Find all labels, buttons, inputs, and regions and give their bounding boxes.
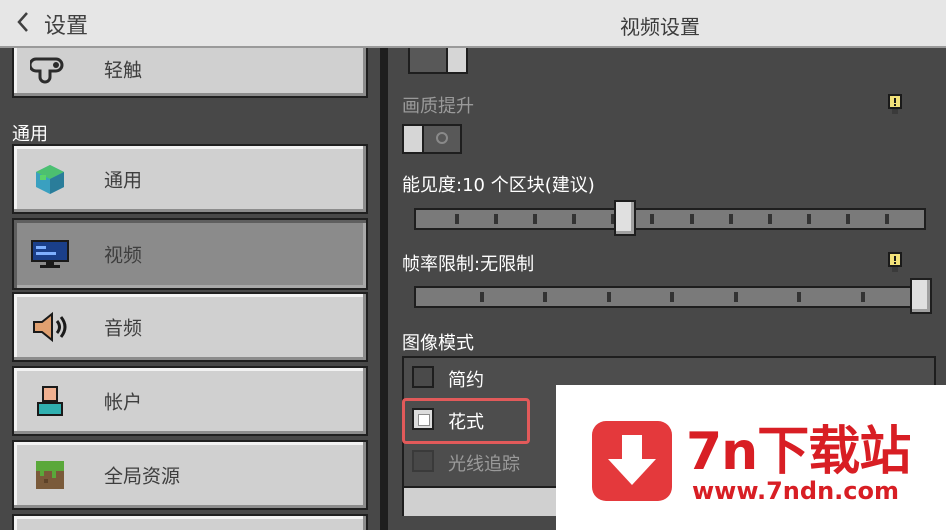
title-bar: 设置 视频设置 — [0, 0, 946, 48]
option-label: 简约 — [448, 370, 484, 391]
toggle-knob — [446, 48, 468, 74]
quality-upgrade-toggle[interactable] — [402, 124, 462, 154]
slider-tick — [768, 214, 772, 224]
back-button[interactable]: 设置 — [16, 8, 88, 40]
slider-tick — [533, 214, 537, 224]
render-distance-slider[interactable] — [414, 200, 926, 236]
slider-tick — [670, 292, 674, 302]
panel-divider — [380, 48, 388, 530]
slider-tick — [480, 292, 484, 302]
speaker-icon — [30, 311, 70, 343]
sidebar-item-video[interactable]: 视频 — [12, 218, 368, 290]
touch-hand-icon — [28, 53, 70, 85]
option-label: 光线追踪 — [448, 454, 520, 475]
selection-highlight — [402, 398, 530, 444]
sidebar-item-label: 全局资源 — [104, 465, 181, 488]
download-arrow-icon — [592, 421, 672, 501]
slider-tick — [494, 214, 498, 224]
sidebar-item-account[interactable]: 帐户 — [12, 366, 368, 436]
slider-tick — [729, 214, 733, 224]
watermark-url: www.7ndn.com — [692, 477, 899, 505]
info-icon[interactable] — [886, 252, 904, 274]
sidebar-item-audio[interactable]: 音频 — [12, 292, 368, 362]
slider-tick — [807, 214, 811, 224]
sidebar-item-label: 帐户 — [104, 391, 143, 414]
globe-cube-icon — [30, 163, 70, 195]
sidebar-item-label: 轻触 — [104, 59, 143, 82]
settings-sidebar: 轻触 通用 通用 视频 音频 帐户 全局资源 — [0, 48, 380, 530]
sidebar-item-partial[interactable] — [12, 514, 368, 530]
slider-tick — [650, 214, 654, 224]
grass-block-icon — [30, 459, 70, 491]
sidebar-item-touch[interactable]: 轻触 — [12, 48, 368, 98]
slider-thumb[interactable] — [614, 200, 636, 236]
framerate-label: 帧率限制:无限制 — [402, 254, 535, 275]
info-icon[interactable] — [886, 94, 904, 116]
slider-tick — [607, 292, 611, 302]
back-label: 设置 — [44, 14, 89, 39]
slider-tick — [861, 292, 865, 302]
slider-tick — [885, 214, 889, 224]
sidebar-item-label: 通用 — [104, 169, 143, 192]
render-distance-label: 能见度:10 个区块(建议) — [402, 175, 595, 196]
account-icon — [30, 385, 70, 417]
sidebar-item-label: 视频 — [104, 244, 143, 267]
slider-tick — [797, 292, 801, 302]
slider-tick — [846, 214, 850, 224]
graphics-mode-label: 图像模式 — [402, 333, 474, 354]
framerate-slider[interactable] — [414, 278, 932, 314]
watermark-overlay: 7n下载站 www.7ndn.com — [556, 385, 946, 530]
sidebar-section-label: 通用 — [12, 124, 48, 145]
slider-tick — [690, 214, 694, 224]
sidebar-item-general[interactable]: 通用 — [12, 144, 368, 214]
toggle-off-indicator — [436, 132, 448, 144]
slider-tick — [455, 214, 459, 224]
sidebar-item-label: 音频 — [104, 317, 143, 340]
chevron-left-icon — [16, 11, 30, 37]
sidebar-item-global-resources[interactable]: 全局资源 — [12, 440, 368, 510]
checkbox[interactable] — [412, 366, 434, 388]
slider-tick — [543, 292, 547, 302]
slider-tick — [572, 214, 576, 224]
watermark-brand: 7n下载站 — [686, 422, 911, 482]
slider-tick — [734, 292, 738, 302]
slider-thumb[interactable] — [910, 278, 932, 314]
monitor-icon — [30, 238, 70, 270]
page-title: 视频设置 — [620, 15, 700, 39]
toggle-knob — [402, 124, 424, 154]
checkbox[interactable] — [412, 450, 434, 472]
quality-upgrade-label: 画质提升 — [402, 96, 474, 117]
toggle-partial[interactable] — [408, 48, 468, 74]
